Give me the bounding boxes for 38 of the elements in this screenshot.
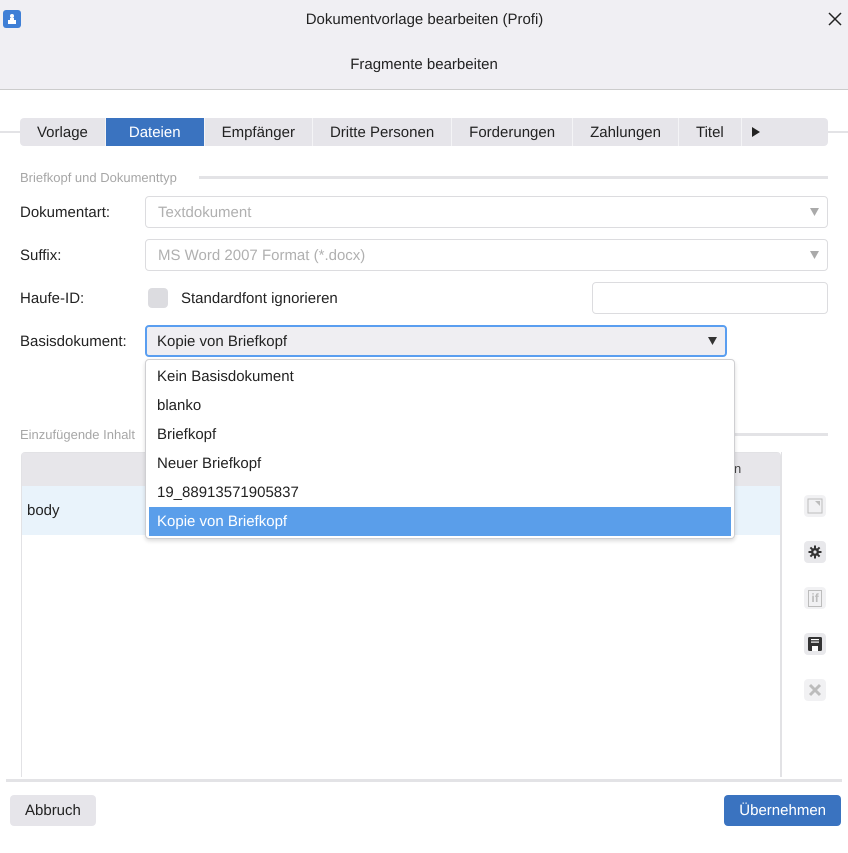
dropdown-option[interactable]: Briefkopf [149, 420, 731, 449]
gear-button[interactable] [804, 541, 826, 563]
field-label: Dokumentart: [20, 204, 112, 220]
section-heading: Einzufügende Inhalt [20, 427, 135, 442]
corner-icon [807, 498, 824, 514]
tab[interactable]: Dritte Personen [312, 118, 452, 146]
field-label: Suffix: [20, 246, 62, 264]
window-title: Dokumentvorlage bearbeiten (Profi) [304, 10, 544, 28]
tab[interactable]: Dateien [106, 118, 205, 146]
dropdown[interactable]: Kopie von Briefkopf [145, 325, 727, 357]
caret-icon [810, 251, 819, 259]
dialog-subtitle: Fragmente bearbeiten [349, 56, 499, 73]
save-button[interactable] [804, 633, 826, 655]
dropdown-option[interactable]: 19_88913571905837 [149, 478, 731, 507]
caret-icon [708, 337, 717, 345]
scroll-right-icon[interactable] [752, 127, 760, 137]
checkbox-label: Standardfont ignorieren [181, 290, 339, 306]
dropdown-option[interactable]: Neuer Briefkopf [149, 449, 731, 478]
cancel-button[interactable]: Abbruch [10, 795, 96, 826]
checkbox[interactable] [148, 288, 168, 308]
column-header[interactable]: n [734, 461, 742, 476]
dropdown-option[interactable]: blanko [149, 391, 731, 420]
tab[interactable]: Forderungen [452, 118, 574, 146]
app-icon [3, 10, 21, 28]
field-label: Haufe-ID: [20, 290, 86, 306]
tab[interactable]: Zahlungen [573, 118, 679, 146]
field-label: Basisdokument: [20, 332, 128, 350]
apply-button[interactable]: Übernehmen [724, 795, 841, 826]
dropdown-option[interactable]: Kein Basisdokument [149, 362, 731, 391]
section-heading: Briefkopf und Dokumenttyp [20, 170, 177, 185]
table-cell: body [27, 502, 60, 519]
close-icon [808, 683, 822, 697]
tab[interactable]: Titel [678, 118, 742, 146]
gear-icon [808, 545, 822, 559]
input-field[interactable] [592, 282, 828, 314]
tab[interactable]: Empfänger [204, 118, 313, 146]
close-icon[interactable] [828, 12, 842, 26]
caret-icon [810, 208, 819, 216]
